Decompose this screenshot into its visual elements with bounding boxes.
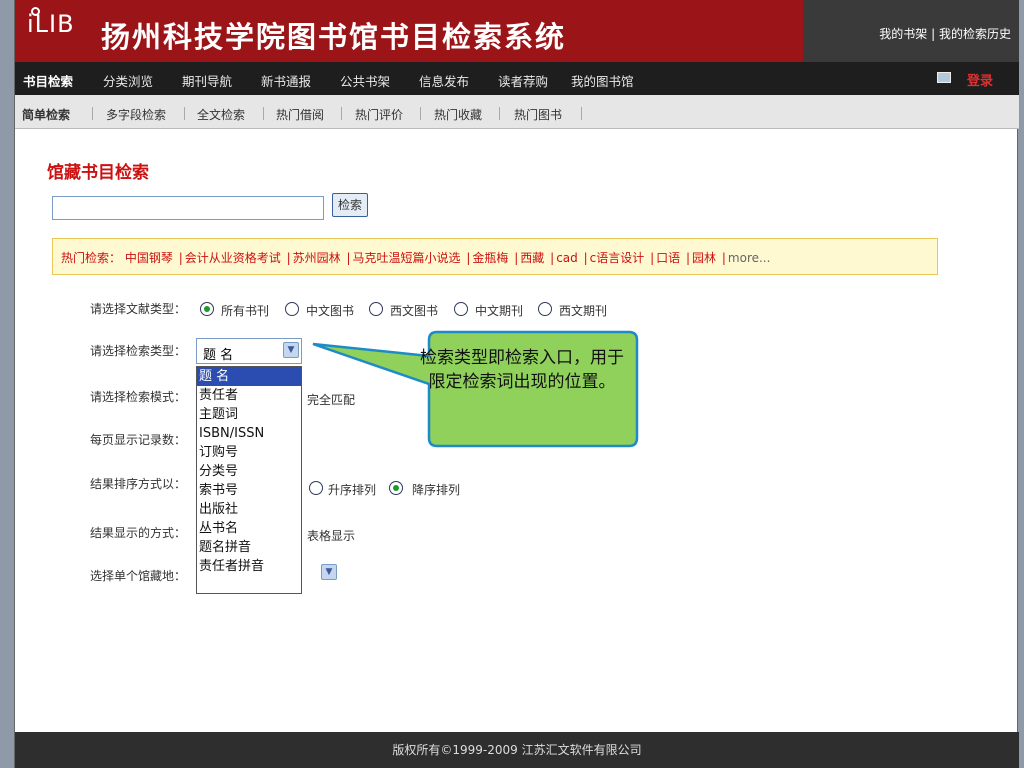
hot-search-item[interactable]: 马克吐温短篇小说选: [353, 251, 461, 265]
page-frame: iLIB 扬州科技学院图书馆书目检索系统 我的书架 | 我的检索历史 书目检索 …: [14, 0, 1019, 768]
option-sort-asc[interactable]: 升序排列: [328, 481, 376, 498]
tab-hot-collect[interactable]: 热门收藏: [434, 106, 482, 123]
dropdown-option[interactable]: 主题词: [197, 405, 301, 424]
sub-nav-divider: [263, 107, 264, 120]
hot-search-item[interactable]: 园林: [692, 251, 716, 265]
dropdown-option[interactable]: 责任者拼音: [197, 557, 301, 576]
dropdown-option[interactable]: 出版社: [197, 500, 301, 519]
hot-search-more-link[interactable]: more...: [728, 251, 771, 265]
dropdown-option[interactable]: 丛书名: [197, 519, 301, 538]
header-user-area: 我的书架 | 我的检索历史: [803, 0, 1019, 62]
site-header: iLIB 扬州科技学院图书馆书目检索系统 我的书架 | 我的检索历史: [15, 0, 1019, 62]
dropdown-option[interactable]: 题名拼音: [197, 538, 301, 557]
search-button[interactable]: 检索: [332, 193, 368, 217]
dropdown-option[interactable]: 题 名: [197, 367, 301, 386]
dropdown-option[interactable]: 责任者: [197, 386, 301, 405]
option-cn-books[interactable]: 中文图书: [306, 302, 354, 319]
nav-public-shelf[interactable]: 公共书架: [340, 71, 390, 90]
my-bookshelf-link[interactable]: 我的书架: [879, 27, 927, 41]
option-all-docs[interactable]: 所有书刊: [221, 302, 269, 319]
sub-nav-divider: [184, 107, 185, 120]
option-west-books[interactable]: 西文图书: [390, 302, 438, 319]
location-label: 选择单个馆藏地：: [90, 569, 187, 583]
display-table-option[interactable]: 表格显示: [307, 527, 355, 544]
footer-copyright: 版权所有©1999-2009 江苏汇文软件有限公司: [15, 732, 1019, 768]
nav-announcements[interactable]: 信息发布: [419, 71, 469, 90]
display-mode-label: 结果显示的方式：: [90, 526, 187, 540]
dropdown-option[interactable]: 索书号: [197, 481, 301, 500]
radio-sort-asc[interactable]: [309, 481, 323, 495]
nav-category-browse[interactable]: 分类浏览: [103, 71, 153, 90]
radio-west-journals[interactable]: [538, 302, 552, 316]
hot-search-item[interactable]: 中国钢琴: [125, 251, 173, 265]
search-type-label: 请选择检索类型：: [90, 344, 187, 358]
tab-hot-books[interactable]: 热门图书: [514, 106, 562, 123]
radio-cn-books[interactable]: [285, 302, 299, 316]
main-nav: 书目检索 分类浏览 期刊导航 新书通报 公共书架 信息发布 读者荐购 我的图书馆…: [15, 62, 1019, 95]
login-card-icon: [937, 72, 951, 83]
login-link[interactable]: 登录: [967, 70, 993, 89]
hot-search-item[interactable]: 金瓶梅: [472, 251, 508, 265]
nav-catalog-search[interactable]: 书目检索: [23, 71, 73, 90]
sub-nav-divider: [499, 107, 500, 120]
tab-multi-field-search[interactable]: 多字段检索: [106, 106, 166, 123]
search-input[interactable]: [52, 196, 324, 220]
sub-nav-divider: [92, 107, 93, 120]
sub-nav-divider: [420, 107, 421, 120]
hot-search-item[interactable]: 会计从业资格考试: [185, 251, 281, 265]
doc-type-label: 请选择文献类型：: [90, 302, 187, 316]
nav-my-library[interactable]: 我的图书馆: [571, 71, 634, 90]
radio-west-books[interactable]: [369, 302, 383, 316]
top-links-separator: |: [931, 27, 936, 41]
search-history-link[interactable]: 我的检索历史: [939, 27, 1011, 41]
radio-cn-journals[interactable]: [454, 302, 468, 316]
tab-hot-borrow[interactable]: 热门借阅: [276, 106, 324, 123]
hot-search-item[interactable]: 苏州园林: [293, 251, 341, 265]
nav-reader-recommend[interactable]: 读者荐购: [498, 71, 548, 90]
sub-nav-divider: [341, 107, 342, 120]
hot-search-label: 热门检索：: [61, 251, 122, 265]
nav-new-books[interactable]: 新书通报: [261, 71, 311, 90]
chevron-down-icon[interactable]: ▼: [283, 342, 299, 358]
radio-sort-desc[interactable]: [389, 481, 403, 495]
hot-search-item[interactable]: 口语: [656, 251, 680, 265]
dropdown-option[interactable]: ISBN/ISSN: [197, 424, 301, 443]
per-page-label: 每页显示记录数：: [90, 433, 187, 447]
hot-search-item[interactable]: 西藏: [520, 251, 544, 265]
sub-nav-divider: [581, 107, 582, 120]
chevron-down-icon[interactable]: ▼: [321, 564, 337, 580]
site-title: 扬州科技学院图书馆书目检索系统: [101, 20, 567, 54]
callout-text: 检索类型即检索入口，用于限定检索词出现的位置。: [420, 348, 624, 392]
option-cn-journals[interactable]: 中文期刊: [475, 302, 523, 319]
tab-hot-rating[interactable]: 热门评价: [355, 106, 403, 123]
option-sort-desc[interactable]: 降序排列: [412, 481, 460, 498]
page-title: 馆藏书目检索: [47, 163, 149, 183]
tab-fulltext-search[interactable]: 全文检索: [197, 106, 245, 123]
sub-nav: 简单检索 多字段检索 全文检索 热门借阅 热门评价 热门收藏 热门图书: [15, 95, 1019, 129]
hot-search-item[interactable]: cad: [556, 251, 578, 265]
hot-search-item[interactable]: c语言设计: [590, 251, 645, 265]
radio-all-docs[interactable]: [200, 302, 214, 316]
dropdown-option[interactable]: 订购号: [197, 443, 301, 462]
sort-label: 结果排序方式以：: [90, 477, 187, 491]
nav-journal-guide[interactable]: 期刊导航: [182, 71, 232, 90]
ilib-logo: iLIB: [27, 10, 75, 38]
tab-simple-search[interactable]: 简单检索: [22, 106, 70, 123]
top-links: 我的书架 | 我的检索历史: [879, 25, 1011, 42]
search-mode-label: 请选择检索模式：: [90, 390, 187, 404]
hot-search-box: 热门检索： 中国钢琴 | 会计从业资格考试 | 苏州园林 | 马克吐温短篇小说选 | 金…: [52, 238, 938, 275]
dropdown-option[interactable]: 分类号: [197, 462, 301, 481]
option-west-journals[interactable]: 西文期刊: [559, 302, 607, 319]
search-type-dropdown: 题 名 责任者 主题词 ISBN/ISSN 订购号 分类号 索书号 出版社 丛书…: [196, 366, 302, 594]
